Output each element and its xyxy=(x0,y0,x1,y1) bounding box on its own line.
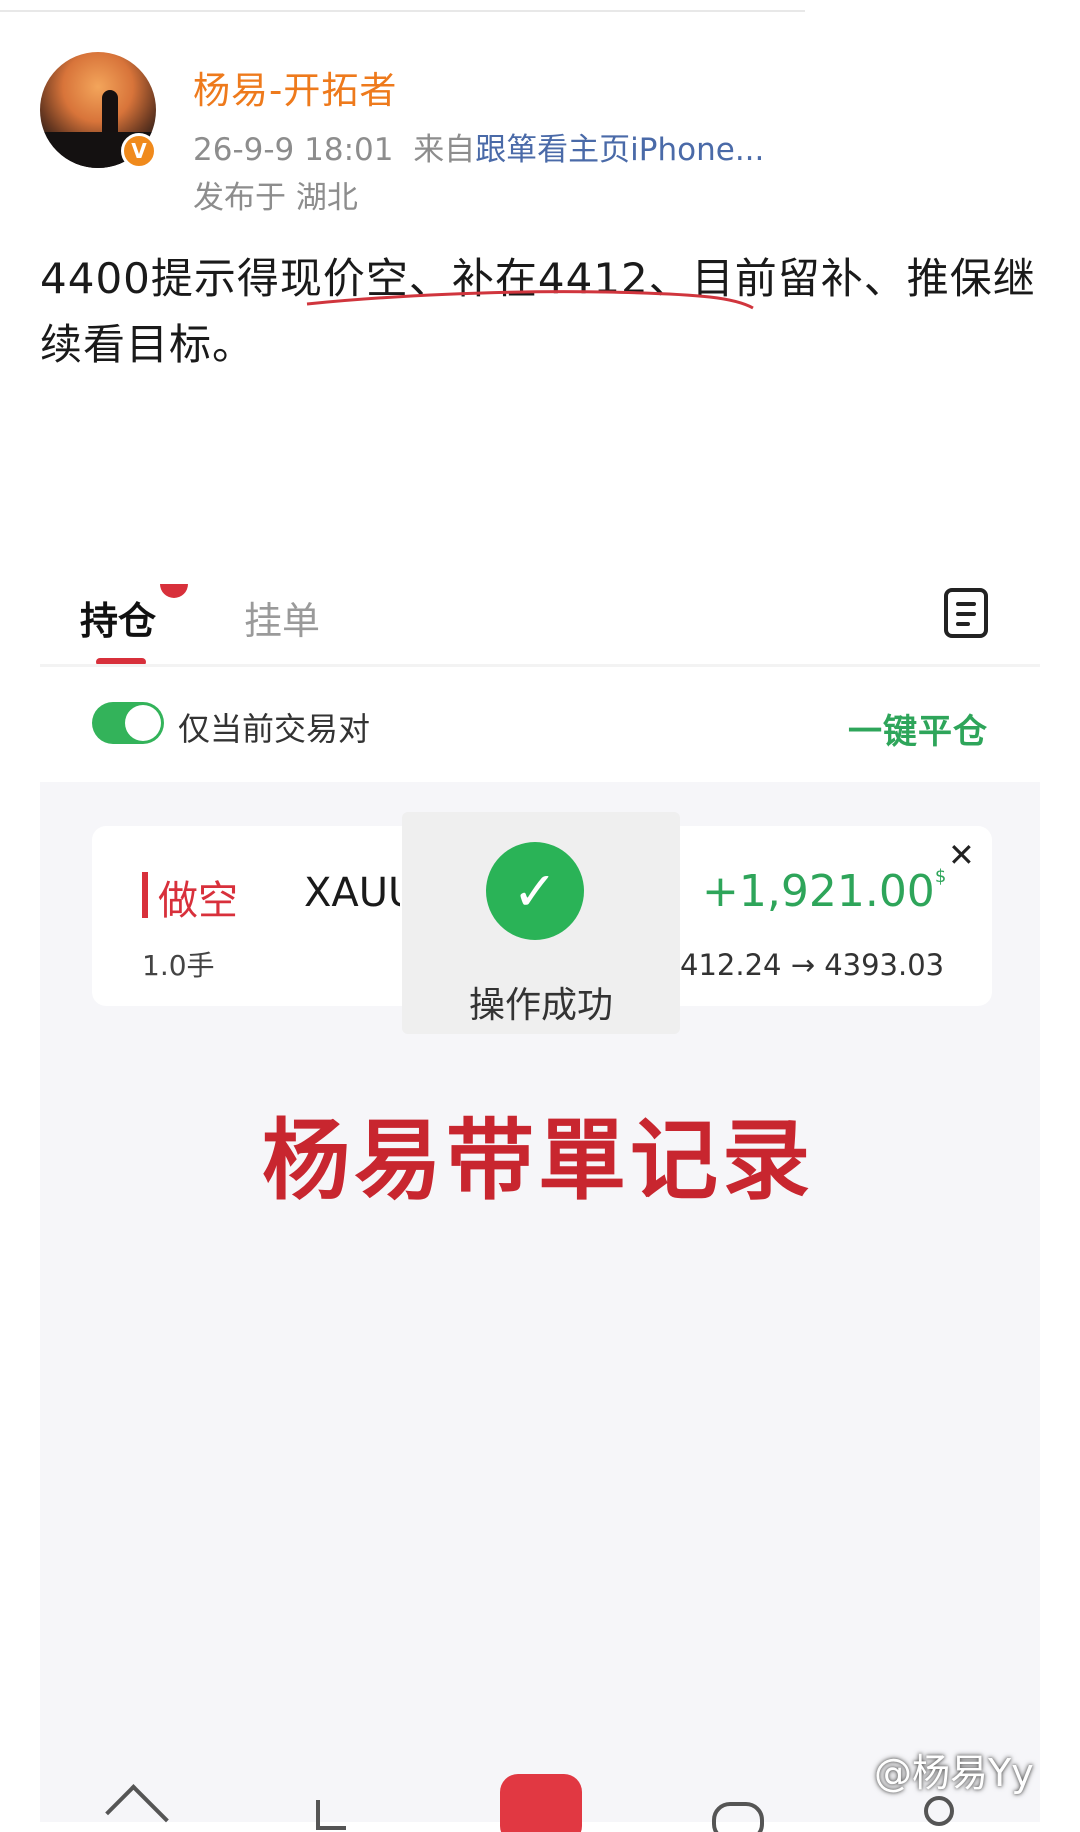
post-time: 26-9-9 18:01 xyxy=(193,132,394,168)
user-icon[interactable] xyxy=(924,1796,954,1826)
trading-app-screenshot: 持仓 挂单 仅当前交易对 一键平仓 做空 XAUUSD 1.0手 +1,921.… xyxy=(0,560,1080,1832)
verified-badge-icon: V xyxy=(121,133,157,169)
position-prices: 412.24 → 4393.03 xyxy=(680,948,945,982)
home-icon[interactable] xyxy=(105,1784,169,1832)
close-all-button[interactable]: 一键平仓 xyxy=(848,704,988,753)
success-toast: ✓ 操作成功 xyxy=(402,812,680,1034)
post-content: 4400提示得现价空、补在4412、目前留补、推保继续看目标。 xyxy=(40,254,1036,369)
post-via-prefix: 来自 xyxy=(413,132,476,168)
handdrawn-underline xyxy=(306,290,754,310)
tab-divider xyxy=(40,664,1040,667)
toggle-knob xyxy=(125,705,161,741)
position-symbol: XAUUSD xyxy=(304,870,400,916)
position-lots: 1.0手 xyxy=(142,949,215,982)
document-icon[interactable] xyxy=(944,588,988,638)
tab-pending-orders[interactable]: 挂单 xyxy=(244,590,320,645)
position-pnl: +1,921.00$ xyxy=(702,866,946,917)
notification-dot xyxy=(160,584,188,598)
toggle-label: 仅当前交易对 xyxy=(178,710,371,748)
tab-positions[interactable]: 持仓 xyxy=(80,590,156,645)
overlay-watermark: 杨易带單记录 xyxy=(262,1109,815,1212)
current-pair-toggle[interactable] xyxy=(92,702,164,744)
position-card-left[interactable]: 做空 XAUUSD 1.0手 xyxy=(92,826,402,1006)
check-circle-icon: ✓ xyxy=(486,842,584,940)
pnl-value: +1,921.00 xyxy=(702,866,935,917)
short-marker xyxy=(142,872,148,918)
position-card-right[interactable]: +1,921.00$ 412.24 → 4393.03 ✕ xyxy=(680,826,992,1006)
post-username[interactable]: 杨易-开拓者 xyxy=(193,60,397,114)
positions-panel: 做空 XAUUSD 1.0手 +1,921.00$ 412.24 → 4393.… xyxy=(40,782,1040,1822)
toast-message: 操作成功 xyxy=(468,985,613,1026)
close-position-icon[interactable]: ✕ xyxy=(948,836,975,874)
chart-icon[interactable] xyxy=(316,1800,346,1830)
post-via-link[interactable]: 跟箪看主页iPhone... xyxy=(475,132,764,168)
corner-watermark: @杨易Yy xyxy=(874,1751,1034,1795)
trade-center-icon[interactable] xyxy=(500,1774,582,1832)
top-divider xyxy=(0,10,805,12)
position-side: 做空 xyxy=(158,878,238,924)
post-meta: 26-9-9 18:01 来自跟箪看主页iPhone... xyxy=(193,124,764,169)
chat-icon[interactable] xyxy=(712,1802,764,1832)
pnl-currency: $ xyxy=(934,866,947,887)
post-location: 发布于 湖北 xyxy=(193,180,358,216)
